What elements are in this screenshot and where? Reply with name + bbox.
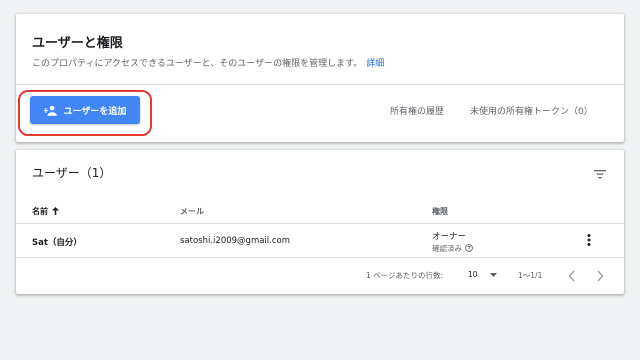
column-email-label: メール [180, 207, 204, 216]
role-status-label: 確認済み [432, 244, 462, 253]
pagination-range: 1〜1/1 [518, 271, 543, 280]
add-user-button[interactable]: ユーザーを追加 [30, 96, 140, 124]
rows-per-page-label: 1 ページあたりの行数: [366, 271, 444, 280]
arrow-up-icon [52, 206, 59, 217]
description-text: このプロパティにアクセスできるユーザーと、そのユーザーの権限を管理します。 [32, 59, 363, 69]
users-title: ユーザー（1） [32, 166, 112, 180]
rows-per-page-value: 10 [468, 270, 478, 279]
chevron-left-icon[interactable] [568, 267, 576, 286]
dropdown-arrow-icon [489, 270, 497, 279]
more-vert-icon[interactable] [586, 232, 592, 251]
page-title: ユーザーと権限 [32, 36, 123, 51]
user-role: オーナー [432, 232, 467, 242]
column-role-label: 権限 [432, 207, 448, 216]
user-name: Sat（自分） [32, 238, 82, 248]
users-permissions-card: ユーザーと権限 このプロパティにアクセスできるユーザーと、そのユーザーの権限を管… [16, 14, 624, 142]
user-email: satoshi.i2009@gmail.com [180, 236, 291, 246]
column-name-label: 名前 [32, 207, 48, 216]
page-description: このプロパティにアクセスできるユーザーと、そのユーザーの権限を管理します。 詳細 [32, 56, 384, 69]
unused-tokens-link[interactable]: 未使用の所有権トークン（0） [470, 104, 593, 117]
ownership-history-link[interactable]: 所有権の履歴 [390, 104, 444, 117]
divider [16, 223, 624, 224]
column-header-name[interactable]: 名前 [32, 206, 59, 217]
rows-per-page-select[interactable]: 10 [468, 270, 497, 279]
divider [16, 84, 624, 85]
filter-icon[interactable] [594, 164, 606, 183]
user-role-status: 確認済み [432, 243, 473, 254]
users-table-card: ユーザー（1） 名前 メール 権限 Sat（自分） satoshi.i2009@… [16, 150, 624, 294]
divider [16, 257, 624, 258]
details-link[interactable]: 詳細 [366, 59, 384, 69]
person-add-icon [43, 105, 58, 116]
add-user-label: ユーザーを追加 [63, 106, 127, 117]
column-header-email: メール [180, 206, 204, 217]
chevron-right-icon[interactable] [596, 267, 604, 286]
help-icon[interactable] [465, 243, 473, 254]
column-header-role: 権限 [432, 206, 448, 217]
